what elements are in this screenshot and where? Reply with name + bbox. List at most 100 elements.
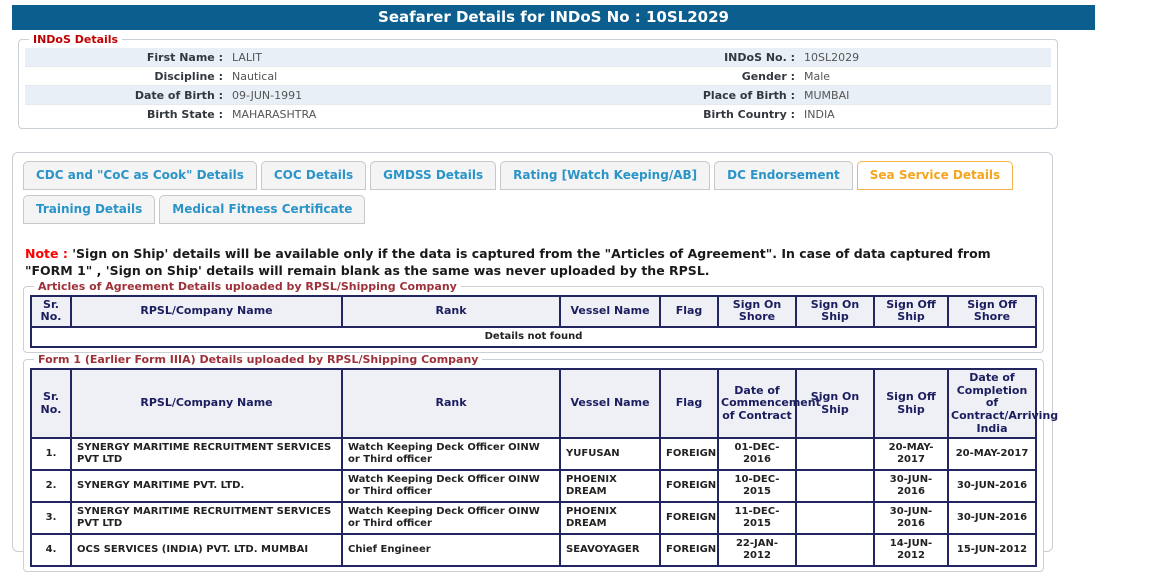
table-row: 1. SYNERGY MARITIME RECRUITMENT SERVICES… xyxy=(31,438,1036,470)
sign-off-ship-cell: 30-JUN-2016 xyxy=(874,502,948,534)
field-value: MUMBAI xyxy=(795,86,849,104)
column-header: Sr. No. xyxy=(31,296,71,327)
company-cell: OCS SERVICES (INDIA) PVT. LTD. MUMBAI xyxy=(71,534,342,566)
field-label: Discipline : xyxy=(25,67,223,85)
commencement-date-cell: 22-JAN-2012 xyxy=(718,534,796,566)
note-text: 'Sign on Ship' details will be available… xyxy=(25,246,991,278)
column-header: Rank xyxy=(342,369,560,438)
field-value: INDIA xyxy=(795,105,835,124)
column-header: RPSL/Company Name xyxy=(71,369,342,438)
flag-cell: FOREIGN xyxy=(660,534,718,566)
column-header: Date of Completion of Contract/Arriving … xyxy=(948,369,1036,438)
column-header: Date of Commencement of Contract xyxy=(718,369,796,438)
tab-gmdss-details[interactable]: GMDSS Details xyxy=(370,161,496,190)
sr-no-cell: 2. xyxy=(31,470,71,502)
completion-date-cell: 30-JUN-2016 xyxy=(948,502,1036,534)
sr-no-cell: 4. xyxy=(31,534,71,566)
sign-off-ship-cell: 30-JUN-2016 xyxy=(874,470,948,502)
vessel-cell: PHOENIX DREAM xyxy=(560,502,660,534)
sign-on-ship-note: Note : 'Sign on Ship' details will be av… xyxy=(25,246,1040,280)
field-value: 10SL2029 xyxy=(795,48,859,66)
indos-details-section: INDoS Details First Name : LALIT INDoS N… xyxy=(18,33,1058,129)
articles-of-agreement-table: Sr. No. RPSL/Company Name Rank Vessel Na… xyxy=(30,295,1037,348)
sign-off-ship-cell: 20-MAY-2017 xyxy=(874,438,948,470)
tab-coc-details[interactable]: COC Details xyxy=(261,161,366,190)
column-header: Rank xyxy=(342,296,560,327)
flag-cell: FOREIGN xyxy=(660,438,718,470)
company-cell: SYNERGY MARITIME RECRUITMENT SERVICES PV… xyxy=(71,502,342,534)
completion-date-cell: 15-JUN-2012 xyxy=(948,534,1036,566)
column-header: Vessel Name xyxy=(560,296,660,327)
tab-dc-endorsement[interactable]: DC Endorsement xyxy=(714,161,853,190)
vessel-cell: PHOENIX DREAM xyxy=(560,470,660,502)
vessel-cell: YUFUSAN xyxy=(560,438,660,470)
company-cell: SYNERGY MARITIME RECRUITMENT SERVICES PV… xyxy=(71,438,342,470)
column-header: Vessel Name xyxy=(560,369,660,438)
commencement-date-cell: 01-DEC-2016 xyxy=(718,438,796,470)
table-row: 4. OCS SERVICES (INDIA) PVT. LTD. MUMBAI… xyxy=(31,534,1036,566)
table-row: 3. SYNERGY MARITIME RECRUITMENT SERVICES… xyxy=(31,502,1036,534)
tab-cdc-coc-as-cook-details[interactable]: CDC and "CoC as Cook" Details xyxy=(23,161,257,190)
completion-date-cell: 30-JUN-2016 xyxy=(948,470,1036,502)
column-header: Sign On Shore xyxy=(718,296,796,327)
note-prefix: Note : xyxy=(25,246,68,261)
field-value: Nautical xyxy=(223,67,277,85)
field-value: 09-JUN-1991 xyxy=(223,86,302,104)
field-label: Place of Birth : xyxy=(545,86,795,104)
indos-row: First Name : LALIT INDoS No. : 10SL2029 xyxy=(25,48,1051,67)
page-title: Seafarer Details for INDoS No : 10SL2029 xyxy=(12,5,1095,30)
tab-bar: CDC and "CoC as Cook" Details COC Detail… xyxy=(23,161,1042,224)
rank-cell: Watch Keeping Deck Officer OINW or Third… xyxy=(342,502,560,534)
articles-of-agreement-section: Articles of Agreement Details uploaded b… xyxy=(23,280,1044,353)
form1-section: Form 1 (Earlier Form IIIA) Details uploa… xyxy=(23,353,1044,572)
form1-table-caption: Form 1 (Earlier Form IIIA) Details uploa… xyxy=(34,353,482,366)
indos-row: Birth State : MAHARASHTRA Birth Country … xyxy=(25,105,1051,124)
commencement-date-cell: 10-DEC-2015 xyxy=(718,470,796,502)
sign-off-ship-cell: 14-JUN-2012 xyxy=(874,534,948,566)
empty-row: Details not found xyxy=(31,327,1036,347)
indos-row: Discipline : Nautical Gender : Male xyxy=(25,67,1051,86)
tab-medical-fitness-certificate[interactable]: Medical Fitness Certificate xyxy=(159,195,365,224)
column-header: Sign Off Shore xyxy=(948,296,1036,327)
tab-training-details[interactable]: Training Details xyxy=(23,195,155,224)
form1-table: Sr. No. RPSL/Company Name Rank Vessel Na… xyxy=(30,368,1037,567)
sign-on-ship-cell xyxy=(796,438,874,470)
field-value: MAHARASHTRA xyxy=(223,105,316,124)
field-value: Male xyxy=(795,67,830,85)
column-header: Sign On Ship xyxy=(796,296,874,327)
field-label: INDoS No. : xyxy=(545,48,795,66)
column-header: Sign Off Ship xyxy=(874,369,948,438)
articles-table-caption: Articles of Agreement Details uploaded b… xyxy=(34,280,461,293)
field-label: Birth Country : xyxy=(545,105,795,124)
table-row: 2. SYNERGY MARITIME PVT. LTD. Watch Keep… xyxy=(31,470,1036,502)
commencement-date-cell: 11-DEC-2015 xyxy=(718,502,796,534)
rank-cell: Watch Keeping Deck Officer OINW or Third… xyxy=(342,470,560,502)
field-value: LALIT xyxy=(223,48,262,66)
column-header: RPSL/Company Name xyxy=(71,296,342,327)
field-label: Gender : xyxy=(545,67,795,85)
table-header-row: Sr. No. RPSL/Company Name Rank Vessel Na… xyxy=(31,369,1036,438)
details-not-found-message: Details not found xyxy=(31,327,1036,347)
indos-details-legend: INDoS Details xyxy=(29,33,122,46)
rank-cell: Watch Keeping Deck Officer OINW or Third… xyxy=(342,438,560,470)
flag-cell: FOREIGN xyxy=(660,470,718,502)
sr-no-cell: 1. xyxy=(31,438,71,470)
indos-row: Date of Birth : 09-JUN-1991 Place of Bir… xyxy=(25,86,1051,105)
sign-on-ship-cell xyxy=(796,470,874,502)
table-header-row: Sr. No. RPSL/Company Name Rank Vessel Na… xyxy=(31,296,1036,327)
column-header: Flag xyxy=(660,369,718,438)
rank-cell: Chief Engineer xyxy=(342,534,560,566)
field-label: Date of Birth : xyxy=(25,86,223,104)
column-header: Sign Off Ship xyxy=(874,296,948,327)
tab-rating-watch-keeping-ab[interactable]: Rating [Watch Keeping/AB] xyxy=(500,161,710,190)
company-cell: SYNERGY MARITIME PVT. LTD. xyxy=(71,470,342,502)
column-header: Sr. No. xyxy=(31,369,71,438)
sign-on-ship-cell xyxy=(796,534,874,566)
flag-cell: FOREIGN xyxy=(660,502,718,534)
tab-sea-service-details[interactable]: Sea Service Details xyxy=(857,161,1013,190)
sea-service-panel: CDC and "CoC as Cook" Details COC Detail… xyxy=(12,152,1053,552)
field-label: Birth State : xyxy=(25,105,223,124)
sr-no-cell: 3. xyxy=(31,502,71,534)
completion-date-cell: 20-MAY-2017 xyxy=(948,438,1036,470)
field-label: First Name : xyxy=(25,48,223,66)
